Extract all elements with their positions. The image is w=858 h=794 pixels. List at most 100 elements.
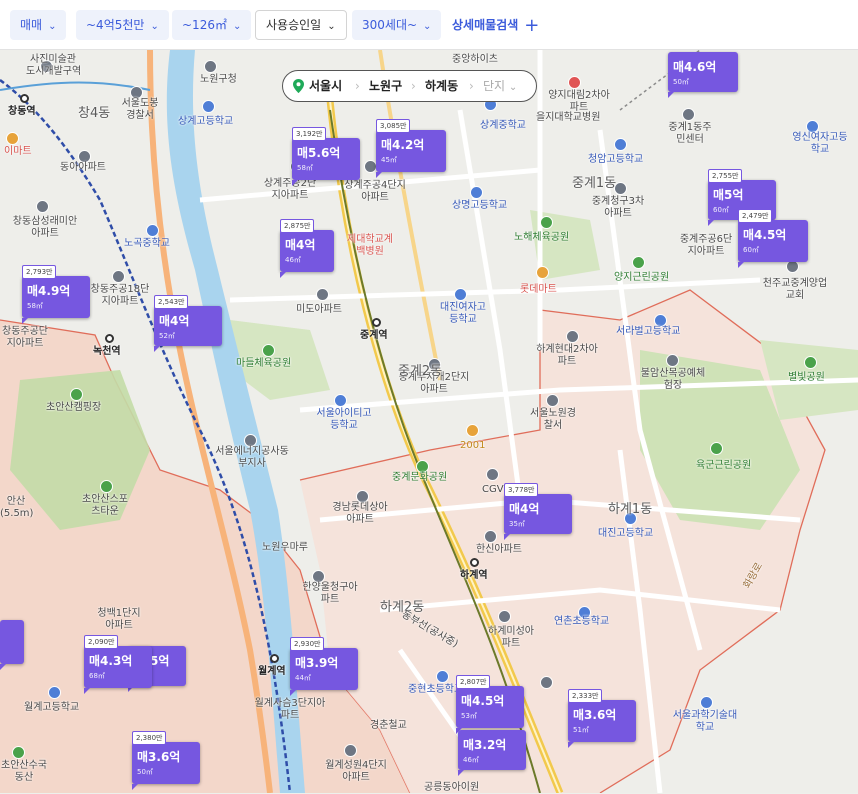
breadcrumb-separator-icon: › [355,79,360,93]
listing-marker[interactable]: 2,793만 매4.9억 58㎡ [22,265,90,324]
community-center-icon [682,108,695,121]
map-label: 서라벌고등학교 [616,326,681,337]
apartment-icon [316,288,329,301]
shop-icon [466,424,479,437]
chevron-down-icon: ⌄ [48,21,57,32]
station-hagye[interactable]: 하계역 [460,570,488,582]
map-label: 청암고등학교 [588,154,644,165]
park-icon [804,356,817,369]
map-label: 경남롯데상아아파트 [332,502,388,525]
breadcrumb-city[interactable]: 서울시 [309,71,342,101]
map-label: 상계주공2단지아파트 [263,178,317,201]
map-label: 초안산캠핑장 [46,402,102,413]
map-label: 중계1동주민센터 [668,122,712,145]
school-icon [436,670,449,683]
map-label: 중계청구3차아파트 [591,196,645,219]
map-label: 육군근린공원 [696,460,752,471]
listing-marker[interactable]: 2,807만 매4.5억 53㎡ [456,675,524,734]
map-label: 2001 [460,440,486,451]
map-label: 월계고등학교 [24,702,80,713]
listing-marker[interactable]: 3,192만 매5.6억 58㎡ [292,127,360,186]
map-label: 천주교중계양업교회 [762,278,828,301]
apartment-icon [344,744,357,757]
breadcrumb-separator-icon: › [411,79,416,93]
listing-marker[interactable]: 3,085만 매4.2억 45㎡ [376,119,446,178]
school-icon [202,100,215,113]
station-icon [470,558,479,567]
listing-marker[interactable]: 2,543만 매4억 52㎡ [154,295,222,352]
breadcrumb-district[interactable]: 노원구 [369,71,402,101]
filter-price[interactable]: ~4억5천만 ⌄ [76,10,169,40]
listing-marker[interactable]: 2,333만 매3.6억 51㎡ [568,689,636,748]
map-label: 별빛공원 [788,372,825,383]
advanced-search-button[interactable]: 상세매물검색 + [452,10,539,40]
map-label: 서울노원경찰서 [530,408,576,431]
apartment-icon [484,530,497,543]
map-label: 도시개발구역 [26,66,82,77]
map-label: 월계사슴3단지아파트 [254,698,326,721]
station-nokcheon[interactable]: 녹천역 [93,346,121,358]
school-icon [454,288,467,301]
map-label: 노원구청 [200,74,237,85]
map-label: 한신아파트 [476,544,522,555]
chevron-down-icon: ⌄ [150,21,159,32]
map-canvas[interactable]: 서울시 › 노원구 › 하계동 › 단지 ⌄ 창동역 녹천역 중계역 하계역 월… [0,50,858,793]
park-icon [100,480,113,493]
police-icon [546,394,559,407]
map-label: 안산(5.5m) [0,496,34,519]
filter-deal-type[interactable]: 매매 ⌄ [10,10,67,40]
park-icon [262,344,275,357]
station-wolgye[interactable]: 월계역 [258,666,286,678]
map-label: 노원우마루 [262,542,308,553]
region-breadcrumb: 서울시 › 노원구 › 하계동 › 단지 ⌄ [282,70,537,102]
map-label: 롯데마트 [520,284,557,295]
map-label: 하계현대2차아파트 [536,344,598,367]
listing-marker[interactable]: 2,930만 매3.9억 44㎡ [290,637,358,696]
map-label: 초안산스포츠타운 [82,494,128,517]
filter-area[interactable]: ~126㎡ ⌄ [172,10,252,40]
station-changdong[interactable]: 창동역 [8,106,36,118]
map-label: 창4동 [78,106,111,121]
filter-approval-date[interactable]: 사용승인일 ⌄ [255,10,347,40]
cinema-icon [486,468,499,481]
listing-marker-partial[interactable] [0,620,24,670]
chevron-down-icon: ⌄ [232,21,242,32]
listing-marker[interactable]: 매3.2억 46㎡ [458,730,526,776]
location-pin-icon [293,79,304,93]
map-label: 사진미술관 [30,54,76,65]
listing-marker[interactable]: 3,778만 매4억 35㎡ [504,483,572,540]
station-junggye[interactable]: 중계역 [360,330,388,342]
map-label: 창동주공단지아파트 [2,326,48,349]
map-label: 공릉동아이원 [424,782,480,793]
park-icon [12,746,25,759]
map-label: 동아아파트 [60,162,106,173]
park-icon [710,442,723,455]
breadcrumb-separator-icon: › [469,79,474,93]
filter-households[interactable]: 300세대~ ⌄ [352,10,442,40]
breadcrumb-complex[interactable]: 단지 ⌄ [483,71,517,103]
chevron-down-icon: ⌄ [327,21,336,32]
park-icon [540,216,553,229]
map-label: 중계문화공원 [392,472,448,483]
map-label: 이마트 [4,146,32,157]
filter-bar: 매매 ⌄ ~4억5천만 ⌄ ~126㎡ ⌄ 사용승인일 ⌄ 300세대~ ⌄ 상세매물검색… [0,0,858,50]
park-icon [632,256,645,269]
school-icon [470,186,483,199]
map-label: 청백1단지아파트 [97,608,141,631]
park-icon [70,388,83,401]
breadcrumb-dong[interactable]: 하계동 [425,71,458,101]
listing-marker[interactable]: 2,875만 매4억 46㎡ [280,219,334,278]
listing-marker[interactable]: 2,090만 매4.3억 68㎡ [84,635,152,694]
map-label: 대진여자고등학교 [440,302,486,325]
listing-marker[interactable]: 2,479만 매4.5억 60㎡ [738,209,808,268]
map-label: 서울에너지공사동부지사 [215,446,289,469]
listing-marker[interactable]: 매4.6억 50㎡ [668,52,738,98]
map-label: 창동삼성래미안아파트 [12,216,78,239]
station-icon [270,654,279,663]
map-label: 창동주공18단지아파트 [90,284,150,307]
workshop-icon [666,354,679,367]
listing-marker[interactable]: 2,380만 매3.6억 50㎡ [132,731,200,790]
map-label: 월계성원4단지아파트 [325,760,387,783]
map-label: 상계고등학교 [178,116,234,127]
station-icon [105,334,114,343]
